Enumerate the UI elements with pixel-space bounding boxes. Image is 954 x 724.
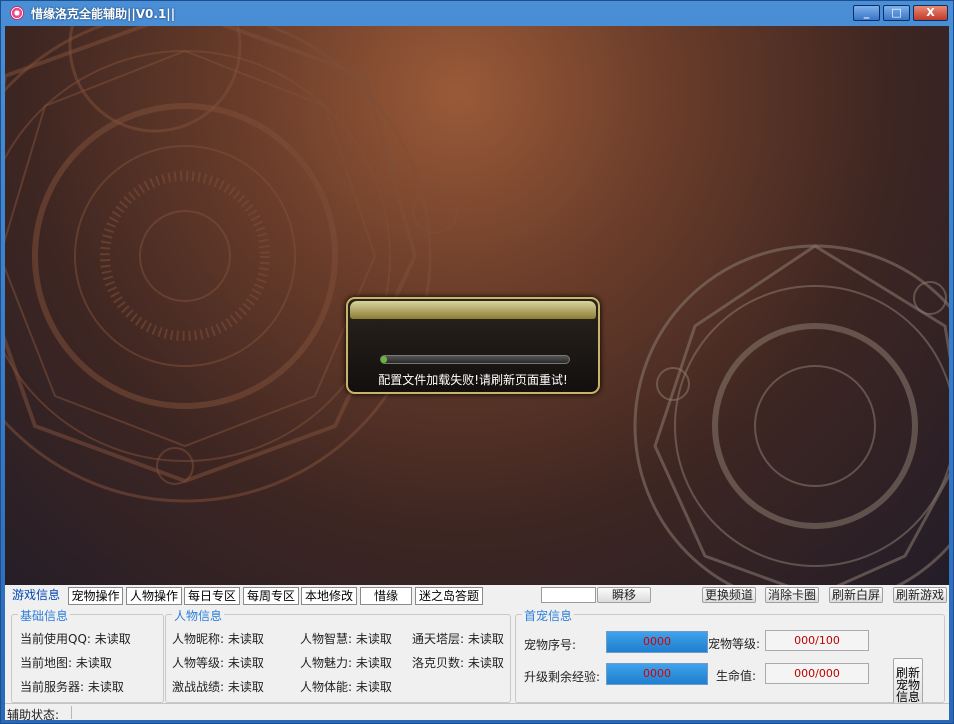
loading-dialog: 配置文件加载失败!请刷新页面重试!	[346, 297, 600, 394]
basic-info-group: 基础信息 当前使用QQ: 未读取 当前地图: 未读取 当前服务器: 未读取	[11, 607, 164, 703]
wisdom-label: 人物智慧: 未读取	[300, 632, 392, 646]
tab-local-edit[interactable]: 本地修改	[301, 587, 357, 605]
basic-info-legend: 基础信息	[18, 607, 71, 624]
game-canvas[interactable]: 配置文件加载失败!请刷新页面重试!	[5, 26, 949, 585]
app-logo-icon	[10, 6, 24, 20]
tab-character-ops[interactable]: 人物操作	[126, 587, 182, 605]
battle-label: 激战战绩: 未读取	[172, 680, 264, 694]
minimize-button[interactable]: _	[853, 5, 880, 21]
status-bar: 辅助状态:	[5, 703, 949, 722]
server-label: 当前服务器: 未读取	[20, 680, 124, 694]
pet-hp-value: 000/000	[765, 663, 869, 684]
tab-quiz[interactable]: 迷之岛答题	[415, 587, 483, 605]
shells-label: 洛克贝数: 未读取	[412, 656, 504, 670]
map-label: 当前地图: 未读取	[20, 656, 112, 670]
pet-level-value: 000/100	[765, 630, 869, 651]
client-area: 配置文件加载失败!请刷新页面重试! 游戏信息 宠物操作 人物操作 每日专区 每周…	[5, 26, 949, 722]
status-divider	[71, 706, 72, 719]
pet-exp-value: 0000	[606, 663, 708, 685]
tab-weekly[interactable]: 每周专区	[243, 587, 299, 605]
nickname-label: 人物昵称: 未读取	[172, 632, 264, 646]
error-message: 配置文件加载失败!请刷新页面重试!	[378, 373, 568, 387]
pet-serial-label: 宠物序号:	[524, 638, 577, 652]
refresh-game-button[interactable]: 刷新游戏	[893, 587, 947, 603]
window-title: 惜缘洛克全能辅助||V0.1||	[31, 7, 176, 21]
maximize-button[interactable]: □	[883, 5, 910, 21]
app-window: 惜缘洛克全能辅助||V0.1|| _ □ X 配置文件加载失败!请刷新页面重试!…	[0, 0, 954, 724]
tower-label: 通天塔层: 未读取	[412, 632, 504, 646]
tab-daily[interactable]: 每日专区	[184, 587, 240, 605]
clear-lag-button[interactable]: 消除卡圈	[765, 587, 819, 603]
pet-exp-label: 升级剩余经验:	[524, 670, 601, 684]
level-label: 人物等级: 未读取	[172, 656, 264, 670]
progress-bar	[380, 355, 570, 364]
pet-info-group: 首宠信息 宠物序号: 0000 宠物等级: 000/100 升级剩余经验: 00…	[515, 607, 945, 703]
dialog-header	[350, 301, 596, 319]
character-info-group: 人物信息 人物昵称: 未读取 人物等级: 未读取 激战战绩: 未读取 人物智慧:…	[165, 607, 511, 703]
tab-pet-ops[interactable]: 宠物操作	[68, 587, 123, 605]
progress-fill	[381, 356, 387, 363]
switch-channel-button[interactable]: 更换频道	[702, 587, 756, 603]
tab-wpe[interactable]: 惜缘WPE	[360, 587, 412, 619]
teleport-input[interactable]	[541, 587, 596, 603]
status-label: 辅助状态:	[7, 708, 60, 722]
info-panel: 基础信息 当前使用QQ: 未读取 当前地图: 未读取 当前服务器: 未读取 人物…	[5, 606, 949, 710]
title-bar[interactable]: 惜缘洛克全能辅助||V0.1|| _ □ X	[1, 1, 953, 25]
pet-serial-value: 0000	[606, 631, 708, 653]
charm-label: 人物魅力: 未读取	[300, 656, 392, 670]
tab-game-info[interactable]: 游戏信息	[7, 587, 65, 605]
close-button[interactable]: X	[913, 5, 948, 21]
teleport-button[interactable]: 瞬移	[597, 587, 651, 603]
refresh-white-button[interactable]: 刷新白屏	[829, 587, 883, 603]
qq-label: 当前使用QQ: 未读取	[20, 632, 131, 646]
pet-info-legend: 首宠信息	[522, 607, 575, 624]
pet-hp-label: 生命值:	[716, 669, 757, 683]
character-info-legend: 人物信息	[172, 607, 225, 624]
stamina-label: 人物体能: 未读取	[300, 680, 392, 694]
pet-level-label: 宠物等级:	[708, 637, 761, 651]
